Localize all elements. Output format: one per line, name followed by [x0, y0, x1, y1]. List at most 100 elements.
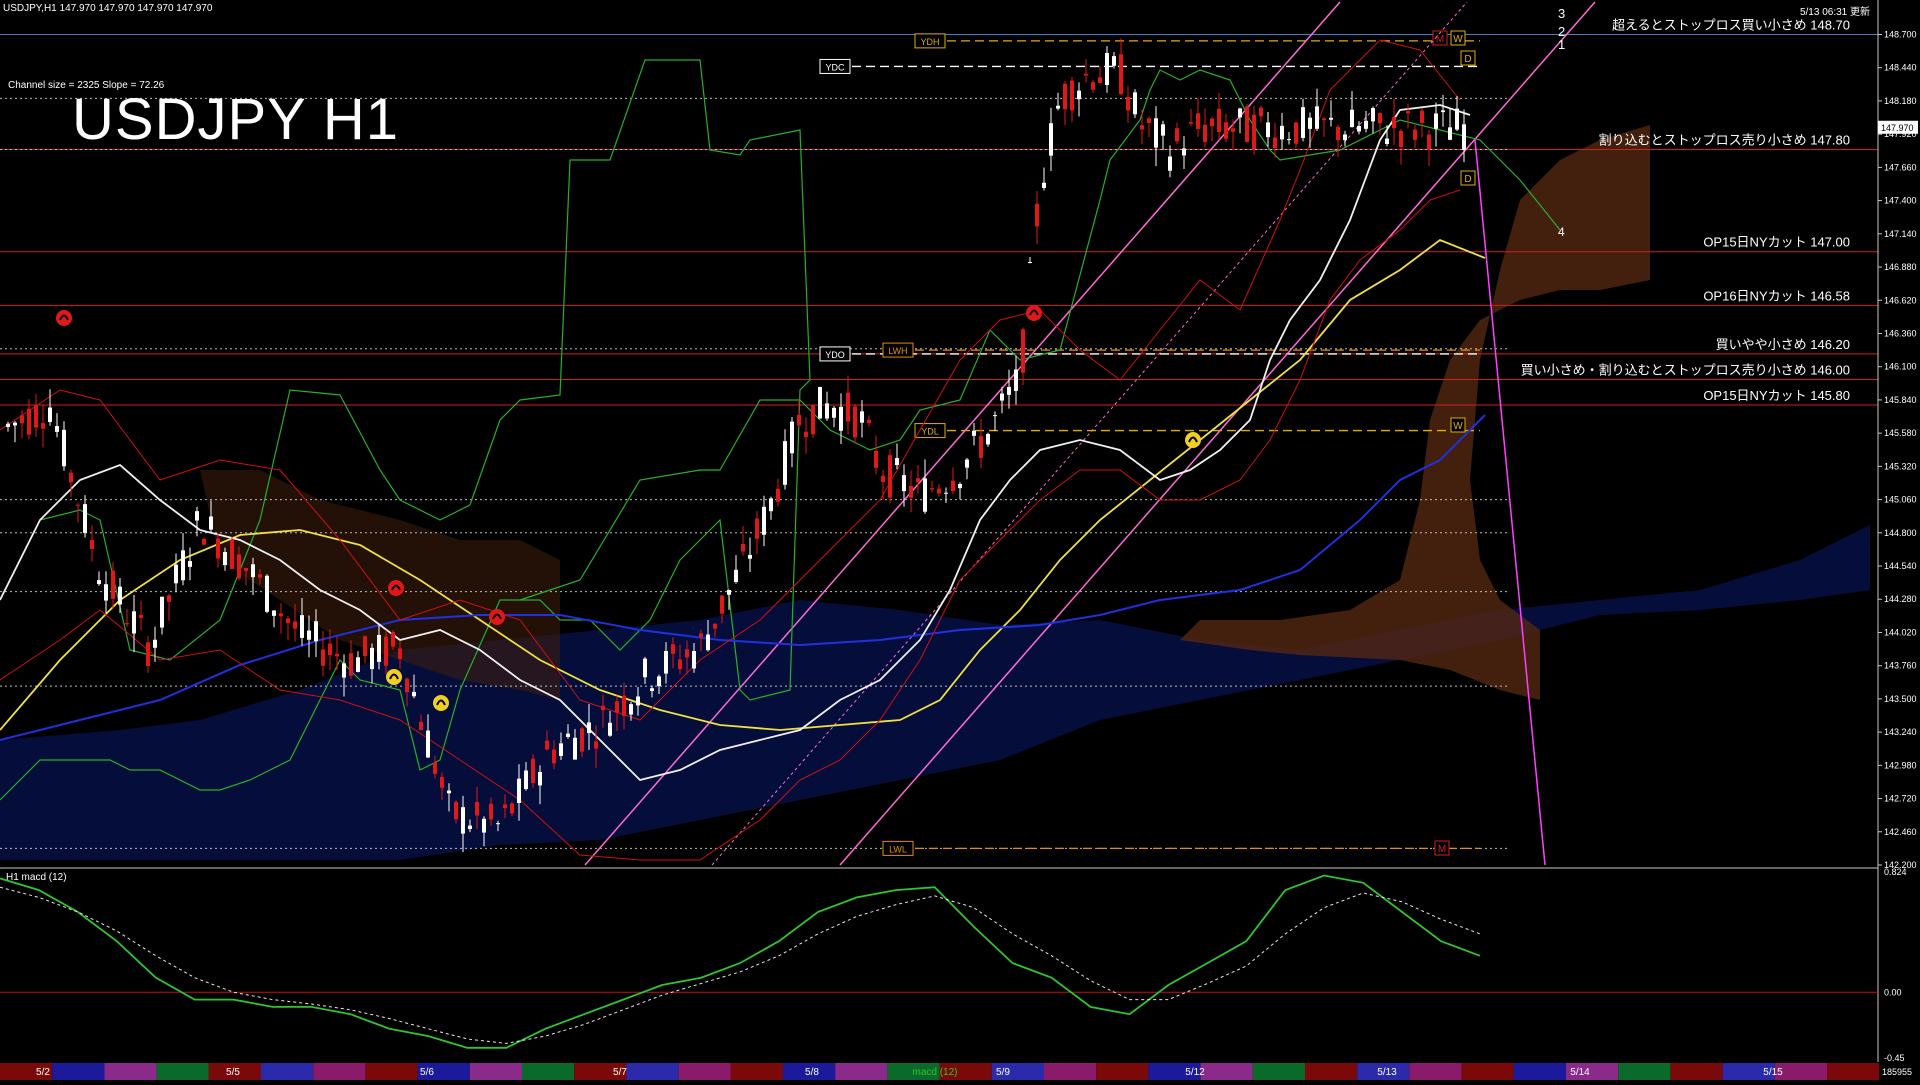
marker-letter: M [1436, 34, 1444, 45]
candle-body [1378, 112, 1382, 124]
candle-body [825, 403, 829, 419]
candle-body [1301, 107, 1305, 138]
candle-body [622, 695, 626, 716]
candle-body [1210, 118, 1214, 127]
candle-body [923, 478, 927, 512]
candle-body [874, 450, 878, 468]
candle-body [363, 636, 367, 657]
tag-label: YDO [825, 350, 845, 360]
candle-body [97, 580, 101, 585]
candle-body [1084, 73, 1088, 76]
y-tick-label: 146.100 [1884, 362, 1917, 372]
bottom-right-counter: 185955 [1882, 1067, 1912, 1077]
candle-body [1294, 122, 1298, 144]
tag-label: YDC [825, 62, 845, 72]
wave-label-4: 4 [1558, 225, 1565, 239]
candle-body [755, 518, 759, 539]
candle-body [538, 771, 542, 786]
candle-body [1035, 203, 1039, 227]
candle-body [888, 455, 892, 498]
time-bar-segment [1096, 1063, 1149, 1080]
candle-body [510, 803, 514, 814]
candle-body [335, 653, 339, 657]
candle-body [552, 749, 556, 764]
time-bar-segment [1409, 1063, 1462, 1080]
candle-body [1063, 83, 1067, 110]
candle-body [909, 485, 913, 498]
candle-body [328, 643, 332, 656]
time-bar-segment [522, 1063, 575, 1080]
candle-body [1280, 125, 1284, 140]
candle-body [1217, 108, 1221, 133]
y-tick-label: 143.240 [1884, 727, 1917, 737]
candle-body [146, 642, 150, 667]
candle-body [727, 589, 731, 595]
symbol-info: USDJPY,H1 147.970 147.970 147.970 147.97… [3, 3, 213, 14]
candle-body [643, 658, 647, 678]
candle-body [426, 730, 430, 758]
candle-body [83, 504, 87, 533]
candle-body [678, 659, 682, 670]
time-bar-segment [1513, 1063, 1566, 1080]
marker-letter: D [1464, 54, 1471, 65]
y-tick-label: 144.280 [1884, 594, 1917, 604]
level-label: 買いやや小さめ 146.20 [1716, 337, 1850, 352]
signal-icon [433, 695, 449, 711]
time-bar-segment [1305, 1063, 1358, 1080]
candle-body [629, 704, 633, 715]
candle-body [111, 570, 115, 599]
candle-body [272, 610, 276, 616]
candle-body [1343, 134, 1347, 141]
y-tick-label: 145.840 [1884, 395, 1917, 405]
y-tick-label: 145.060 [1884, 495, 1917, 505]
candle-body [965, 459, 969, 468]
candle-body [1077, 90, 1081, 100]
candle-body [468, 825, 472, 830]
level-label: 割り込むとストップロス売り小さめ 147.80 [1599, 132, 1850, 147]
candle-body [979, 436, 983, 458]
tag-label: LWH [888, 346, 907, 356]
signal-icon [1026, 305, 1042, 321]
time-bar-segment [1827, 1063, 1880, 1080]
candle-body [1350, 109, 1354, 128]
candle-body [258, 574, 262, 578]
candle-body [664, 650, 668, 674]
candle-body [69, 472, 73, 483]
level-label: OP16日NYカット 146.58 [1703, 288, 1850, 303]
candle-body [1371, 108, 1375, 122]
level-label: 買い小さめ・割り込むとストップロス売り小さめ 146.00 [1521, 362, 1850, 377]
candle-body [76, 504, 80, 506]
candle-body [1441, 110, 1445, 113]
candle-body [223, 552, 227, 566]
candle-body [1336, 126, 1340, 141]
candle-body [454, 801, 458, 820]
time-bar-segment [1252, 1063, 1305, 1080]
x-tick-label: 5/8 [805, 1067, 819, 1078]
candle-body [104, 584, 108, 601]
candle-body [321, 649, 325, 666]
candle-body [993, 415, 997, 417]
candle-body [139, 614, 143, 618]
candle-body [265, 575, 269, 612]
channel-label-1: 1 [1558, 37, 1565, 52]
candle-body [657, 676, 661, 687]
level-label: OP15日NYカット 145.80 [1703, 388, 1850, 403]
y-tick-label: 142.720 [1884, 794, 1917, 804]
candle-body [1203, 124, 1207, 142]
candle-body [1112, 56, 1116, 66]
candle-body [671, 644, 675, 654]
candle-body [615, 701, 619, 713]
candle-body [1189, 122, 1193, 124]
candle-body [1098, 77, 1102, 84]
candle-body [692, 651, 696, 669]
candle-body [650, 688, 654, 692]
candle-body [153, 639, 157, 648]
candle-body [573, 737, 577, 760]
candle-body [608, 722, 612, 736]
candle-body [1462, 124, 1466, 150]
candle-body [412, 691, 416, 697]
candle-body [482, 818, 486, 833]
candle-body [517, 778, 521, 804]
candle-body [419, 721, 423, 730]
candle-body [867, 419, 871, 424]
